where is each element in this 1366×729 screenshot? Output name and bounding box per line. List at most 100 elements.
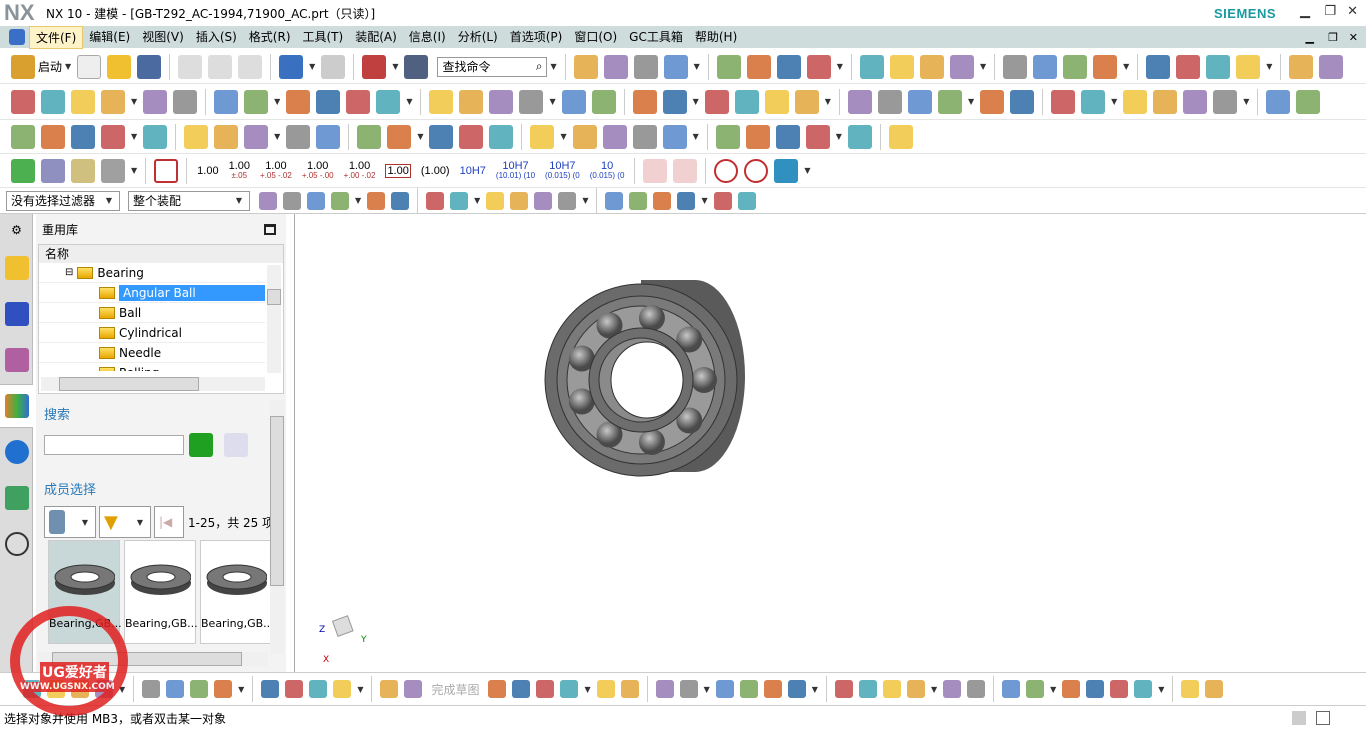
member-thumbnail[interactable]: Bearing,GB... xyxy=(200,540,274,644)
part-navigator-tab[interactable] xyxy=(0,338,33,382)
tool-icon[interactable] xyxy=(357,124,382,149)
tool-icon[interactable] xyxy=(745,124,770,149)
tool-icon[interactable] xyxy=(1086,680,1105,698)
tool-icon[interactable] xyxy=(214,89,239,114)
radius-icon[interactable] xyxy=(643,158,668,183)
dropdown-arrow-icon[interactable]: ▼ xyxy=(238,685,244,694)
tool-icon[interactable] xyxy=(620,680,639,698)
csys-icon[interactable] xyxy=(101,158,125,183)
tool-icon[interactable] xyxy=(847,124,872,149)
dimension-icon[interactable] xyxy=(154,158,179,183)
tree-item[interactable]: ⊟ Bearing xyxy=(39,263,265,283)
column-header[interactable]: 名称 xyxy=(39,245,283,263)
tool-icon[interactable] xyxy=(877,89,902,114)
tool-icon[interactable] xyxy=(713,191,732,210)
tool-icon[interactable] xyxy=(1206,54,1231,79)
tool-icon[interactable] xyxy=(1063,54,1088,79)
open-icon[interactable] xyxy=(107,54,132,79)
menu-item[interactable]: GC工具箱 xyxy=(623,26,689,49)
tool-icon[interactable] xyxy=(805,124,830,149)
diameter-icon[interactable] xyxy=(714,158,739,183)
copy-icon[interactable] xyxy=(208,54,233,79)
diameter-2-icon[interactable] xyxy=(744,158,769,183)
tool-icon[interactable] xyxy=(1003,54,1028,79)
selection-scope-select[interactable]: 整个装配 ▼ xyxy=(128,190,250,211)
tool-icon[interactable] xyxy=(376,89,401,114)
dropdown-arrow-icon[interactable]: ▼ xyxy=(1050,685,1056,694)
tool-icon[interactable] xyxy=(1081,89,1106,114)
tool-icon[interactable] xyxy=(734,89,759,114)
tool-icon[interactable] xyxy=(775,124,800,149)
tool-icon[interactable] xyxy=(333,680,352,698)
tool-icon[interactable] xyxy=(283,191,301,210)
tool-icon[interactable] xyxy=(488,680,507,698)
dropdown-arrow-icon[interactable]: ▼ xyxy=(417,132,423,141)
finish-sketch-button[interactable]: 完成草图 xyxy=(431,681,479,698)
tool-icon[interactable] xyxy=(882,680,901,698)
assembly-navigator-tab[interactable] xyxy=(0,246,33,290)
tool-icon[interactable] xyxy=(1183,89,1208,114)
tool-icon[interactable] xyxy=(489,124,514,149)
tool-icon[interactable] xyxy=(316,124,341,149)
tool-icon[interactable] xyxy=(943,680,962,698)
tool-icon[interactable] xyxy=(776,54,801,79)
tool-icon[interactable] xyxy=(510,191,529,210)
dimension-style-button[interactable]: 1.00 +.05 -.00 xyxy=(302,160,334,181)
tool-icon[interactable] xyxy=(166,680,185,698)
dropdown-arrow-icon[interactable]: ▼ xyxy=(131,97,137,106)
paste-icon[interactable] xyxy=(238,54,263,79)
dimension-style-button[interactable]: 1.00 ±.05 xyxy=(229,160,250,181)
tree-item[interactable]: Cylindrical xyxy=(39,323,265,343)
tool-icon[interactable] xyxy=(679,680,698,698)
tree-vscrollbar[interactable] xyxy=(267,265,281,373)
dropdown-arrow-icon[interactable]: ▼ xyxy=(704,685,710,694)
tool-icon[interactable] xyxy=(331,191,349,210)
tool-icon[interactable] xyxy=(214,680,233,698)
settings-icon[interactable]: ⚙ xyxy=(0,216,33,244)
tool-icon[interactable] xyxy=(716,54,741,79)
tool-icon[interactable] xyxy=(980,89,1005,114)
tool-icon[interactable] xyxy=(316,89,341,114)
menu-item[interactable]: 工具(T) xyxy=(297,26,350,49)
dimension-style-button[interactable]: 1.00 xyxy=(197,165,218,176)
graphics-window[interactable]: Z Y X xyxy=(294,214,1366,672)
dropdown-arrow-icon[interactable]: ▼ xyxy=(693,132,699,141)
start-button[interactable]: 启动 xyxy=(38,58,62,75)
tool-icon[interactable] xyxy=(560,680,579,698)
tool-icon[interactable] xyxy=(632,89,657,114)
new-icon[interactable] xyxy=(77,54,102,79)
tool-icon[interactable] xyxy=(391,191,410,210)
view-mode-dropdown[interactable]: ▼ xyxy=(44,506,96,538)
table-icon[interactable] xyxy=(71,158,95,183)
filter-dropdown[interactable]: ▼ ▼ xyxy=(99,506,151,538)
constraint-navigator-tab[interactable] xyxy=(0,292,33,336)
tool-icon[interactable] xyxy=(1093,54,1118,79)
tool-icon[interactable] xyxy=(184,124,209,149)
panel-vscrollbar[interactable] xyxy=(270,400,284,654)
tool-icon[interactable] xyxy=(286,89,311,114)
dropdown-arrow-icon[interactable]: ▼ xyxy=(560,132,566,141)
tool-icon[interactable] xyxy=(1319,54,1344,79)
tool-icon[interactable] xyxy=(11,124,35,149)
tool-icon[interactable] xyxy=(71,124,95,149)
tool-icon[interactable] xyxy=(387,124,412,149)
cut-icon[interactable] xyxy=(178,54,203,79)
tool-icon[interactable] xyxy=(309,680,328,698)
tool-icon[interactable] xyxy=(906,680,925,698)
arrow-icon[interactable] xyxy=(774,158,799,183)
dropdown-arrow-icon[interactable]: ▼ xyxy=(837,62,843,71)
undo-icon[interactable] xyxy=(279,54,304,79)
tool-icon[interactable] xyxy=(259,191,277,210)
command-search-input[interactable]: 查找命令 ⌕ xyxy=(437,56,548,77)
dimension-style-button[interactable]: 1.00 +.00 -.02 xyxy=(344,160,376,181)
fit-value-dimension[interactable]: 10 (0.015) (0 xyxy=(590,160,625,181)
tool-icon[interactable] xyxy=(655,680,674,698)
tool-icon[interactable] xyxy=(536,680,555,698)
tool-icon[interactable] xyxy=(307,191,325,210)
tool-icon[interactable] xyxy=(859,54,884,79)
tool-icon[interactable] xyxy=(1205,680,1224,698)
tool-icon[interactable] xyxy=(190,680,209,698)
tool-icon[interactable] xyxy=(937,89,962,114)
tool-icon[interactable] xyxy=(889,54,914,79)
dropdown-arrow-icon[interactable]: ▼ xyxy=(131,132,137,141)
